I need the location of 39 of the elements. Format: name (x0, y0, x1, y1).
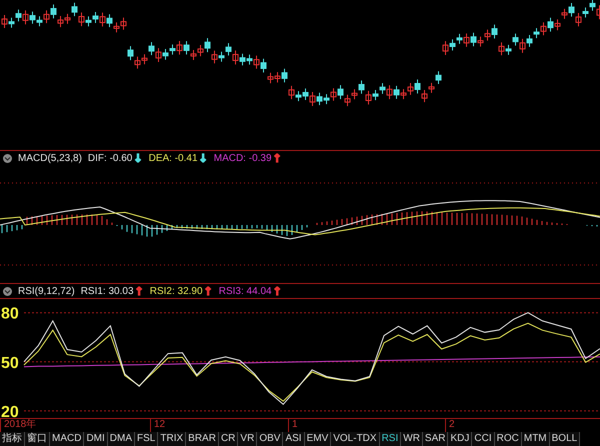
indicator-tab[interactable]: CR (218, 432, 238, 446)
trend-arrow: ↑ (272, 152, 282, 164)
indicator-tab[interactable]: KDJ (448, 432, 472, 446)
indicator-reading: DIF: -0.60 (88, 152, 132, 164)
indicator-tab[interactable]: WR (401, 432, 423, 446)
indicator-tab[interactable]: OBV (257, 432, 284, 446)
indicator-tab[interactable]: EMV (304, 432, 332, 446)
trend-arrow: ↑ (204, 284, 213, 298)
indicator-reading: DEA: -0.41 (148, 152, 198, 164)
trend-arrow: ↑ (134, 284, 144, 298)
trend-arrow: ↑ (272, 284, 282, 298)
indicator-tab[interactable]: DMA (108, 432, 136, 446)
indicator-tab[interactable]: FSL (135, 432, 158, 446)
indicator-tab[interactable]: BRAR (186, 432, 219, 446)
indicator-title: RSI(9,12,72) (18, 286, 75, 296)
indicator-tab[interactable]: VR (238, 432, 258, 446)
indicator-reading: RSI3: 44.04 (218, 286, 272, 296)
trend-arrow: ↓ (198, 152, 208, 164)
indicator-tab[interactable]: 指标 (0, 432, 25, 446)
axis-label: 80 (1, 306, 19, 323)
indicator-reading: MACD: -0.39 (214, 152, 272, 164)
indicator-tab[interactable]: MTM (522, 432, 550, 446)
indicator-tab[interactable]: SAR (422, 432, 448, 446)
indicator-tab[interactable]: BOLL (550, 432, 580, 446)
indicator-tab[interactable]: 窗口 (25, 432, 50, 446)
indicator-tab[interactable]: ASI (283, 432, 305, 446)
indicator-tab[interactable]: TRIX (158, 432, 186, 446)
indicator-tab[interactable]: VOL-TDX (331, 432, 380, 446)
indicator-reading: RSI1: 30.03 (80, 286, 134, 296)
indicator-tab[interactable]: MACD (50, 432, 84, 446)
axis-label: 50 (1, 354, 19, 372)
axis-label: 20 (1, 404, 19, 419)
indicator-tab[interactable]: RSI (380, 432, 402, 446)
indicator-tab[interactable]: ROC (494, 432, 522, 446)
indicator-tab[interactable]: DMI (84, 432, 108, 446)
trend-arrow: ↓ (133, 152, 143, 164)
indicator-title: MACD(5,23,8) (18, 152, 82, 164)
indicator-reading: RSI2: 32.90 (150, 286, 203, 296)
indicator-tab[interactable]: CCI (472, 432, 495, 446)
